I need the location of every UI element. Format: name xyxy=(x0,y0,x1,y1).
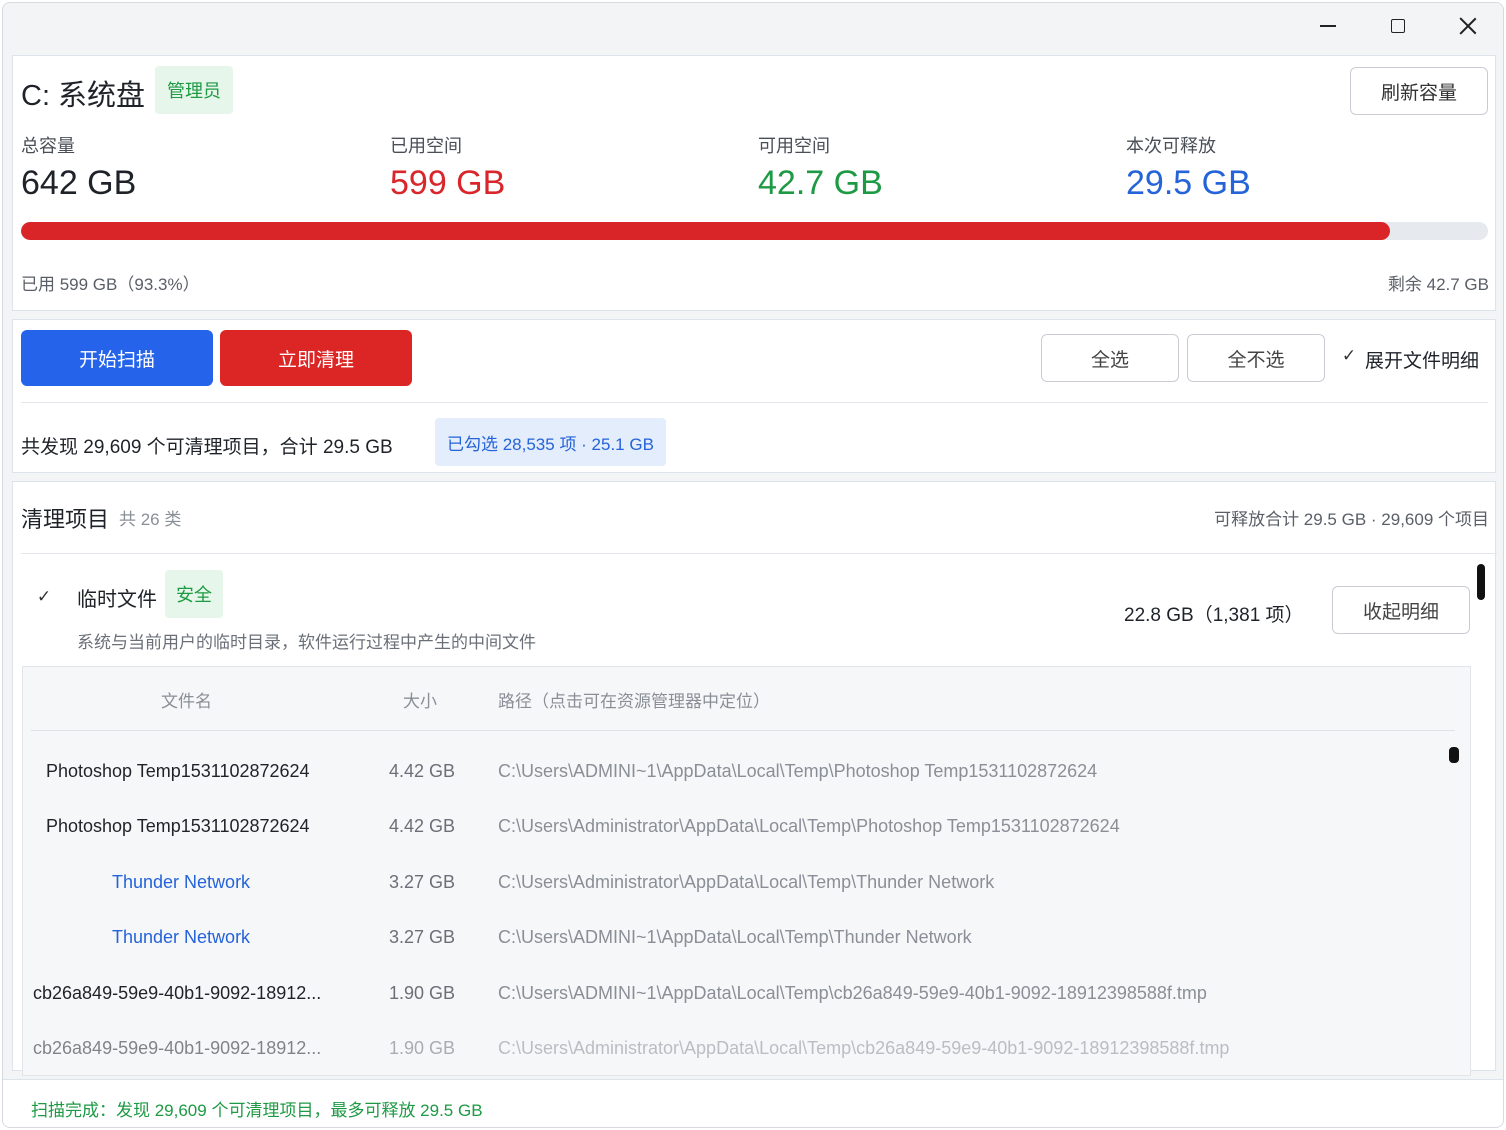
category-description: 系统与当前用户的临时目录，软件运行过程中产生的中间文件 xyxy=(77,633,536,652)
file-path-link[interactable]: C:\Users\Administrator\AppData\Local\Tem… xyxy=(498,872,994,893)
releasable-label: 本次可释放 xyxy=(1126,136,1216,156)
file-details-panel: 文件名 大小 路径（点击可在资源管理器中定位） Photoshop Temp15… xyxy=(22,666,1471,1076)
column-header-size: 大小 xyxy=(403,692,437,711)
actions-card: 开始扫描 立即清理 全选 全不选 ✓ 展开文件明细 共发现 29,609 个可清… xyxy=(12,319,1496,473)
status-bar: 扫描完成：发现 29,609 个可清理项目，最多可释放 29.5 GB xyxy=(3,1079,1503,1127)
category-size: 22.8 GB（1,381 项） xyxy=(1124,605,1304,626)
total-capacity-value: 642 GB xyxy=(21,164,137,202)
file-name: cb26a849-59e9-40b1-9092-18912... xyxy=(33,983,322,1003)
table-row[interactable]: cb26a849-59e9-40b1-9092-18912... 1.90 GB… xyxy=(23,1038,1463,1075)
column-header-path: 路径（点击可在资源管理器中定位） xyxy=(498,692,770,711)
releasable-value: 29.5 GB xyxy=(1126,164,1251,202)
admin-badge: 管理员 xyxy=(155,66,233,114)
total-capacity-label: 总容量 xyxy=(21,136,75,156)
list-title: 清理项目 xyxy=(21,507,110,532)
table-row[interactable]: cb26a849-59e9-40b1-9092-18912... 1.90 GB… xyxy=(23,983,1463,1038)
file-path-link[interactable]: C:\Users\Administrator\AppData\Local\Tem… xyxy=(498,816,1120,837)
disk-usage-fill xyxy=(21,222,1390,240)
collapse-details-button[interactable]: 收起明细 xyxy=(1332,586,1470,634)
file-size: 1.90 GB xyxy=(389,1038,456,1058)
used-space-value: 599 GB xyxy=(390,164,506,202)
clean-now-button[interactable]: 立即清理 xyxy=(220,330,412,386)
file-name: Photoshop Temp1531102872624 xyxy=(46,816,310,836)
disk-title: C: 系统盘 xyxy=(21,80,146,112)
file-name: Thunder Network xyxy=(112,927,251,947)
free-space-label: 可用空间 xyxy=(758,136,830,156)
file-name: cb26a849-59e9-40b1-9092-18912... xyxy=(33,1038,322,1058)
cleanup-list-card: 清理项目 共 26 类 可释放合计 29.5 GB · 29,609 个项目 ✓… xyxy=(12,481,1497,1076)
table-row[interactable]: Thunder Network 3.27 GB C:\Users\Adminis… xyxy=(23,872,1463,927)
file-size: 1.90 GB xyxy=(389,983,456,1003)
file-size: 3.27 GB xyxy=(389,872,456,892)
select-none-button[interactable]: 全不选 xyxy=(1187,334,1325,382)
details-scrollbar-thumb[interactable] xyxy=(1449,747,1459,763)
category-name: 临时文件 xyxy=(77,589,157,611)
refresh-capacity-button[interactable]: 刷新容量 xyxy=(1350,67,1488,115)
start-scan-button[interactable]: 开始扫描 xyxy=(21,330,213,386)
file-path-link[interactable]: C:\Users\Administrator\AppData\Local\Tem… xyxy=(498,1038,1229,1059)
table-row[interactable]: Photoshop Temp1531102872624 4.42 GB C:\U… xyxy=(23,761,1463,816)
close-button[interactable] xyxy=(1433,3,1503,49)
file-path-link[interactable]: C:\Users\ADMINI~1\AppData\Local\Temp\Thu… xyxy=(498,927,972,948)
disk-usage-bar xyxy=(21,222,1488,240)
maximize-button[interactable] xyxy=(1363,3,1433,49)
close-icon xyxy=(1459,17,1477,35)
table-row[interactable]: Thunder Network 3.27 GB C:\Users\ADMINI~… xyxy=(23,927,1463,982)
used-space-label: 已用空间 xyxy=(390,136,462,156)
safe-badge: 安全 xyxy=(165,570,223,618)
used-summary: 已用 599 GB（93.3%） xyxy=(21,275,200,294)
file-size: 3.27 GB xyxy=(389,927,456,947)
app-window: C: 系统盘 管理员 刷新容量 总容量 642 GB 已用空间 599 GB 可… xyxy=(2,2,1504,1128)
actions-divider xyxy=(21,402,1488,403)
status-text: 扫描完成：发现 29,609 个可清理项目，最多可释放 29.5 GB xyxy=(31,1101,483,1120)
free-space-value: 42.7 GB xyxy=(758,164,883,202)
minimize-icon xyxy=(1320,25,1336,27)
select-all-button[interactable]: 全选 xyxy=(1041,334,1179,382)
table-row[interactable]: Photoshop Temp1531102872624 4.42 GB C:\U… xyxy=(23,816,1463,871)
list-divider xyxy=(21,553,1497,554)
category-checkbox[interactable]: ✓ xyxy=(33,586,55,608)
title-bar xyxy=(3,3,1503,51)
remaining-summary: 剩余 42.7 GB xyxy=(1387,275,1489,294)
file-path-link[interactable]: C:\Users\ADMINI~1\AppData\Local\Temp\cb2… xyxy=(498,983,1207,1004)
expand-details-label[interactable]: 展开文件明细 xyxy=(1365,346,1479,373)
expand-details-checkbox[interactable]: ✓ xyxy=(1339,346,1359,366)
file-name: Photoshop Temp1531102872624 xyxy=(46,761,310,781)
category-count: 共 26 类 xyxy=(119,510,182,529)
file-name: Thunder Network xyxy=(112,872,251,892)
list-scrollbar-thumb[interactable] xyxy=(1477,564,1485,600)
found-summary: 共发现 29,609 个可清理项目，合计 29.5 GB xyxy=(21,437,393,458)
disk-info-card: C: 系统盘 管理员 刷新容量 总容量 642 GB 已用空间 599 GB 可… xyxy=(12,55,1496,311)
file-size: 4.42 GB xyxy=(389,816,456,836)
file-path-link[interactable]: C:\Users\ADMINI~1\AppData\Local\Temp\Pho… xyxy=(498,761,1097,782)
file-size: 4.42 GB xyxy=(389,761,456,781)
details-header-divider xyxy=(31,730,1455,731)
selected-summary-badge: 已勾选 28,535 项 · 25.1 GB xyxy=(435,418,666,466)
column-header-name: 文件名 xyxy=(161,692,212,711)
list-total-summary: 可释放合计 29.5 GB · 29,609 个项目 xyxy=(1214,510,1489,529)
maximize-icon xyxy=(1391,19,1405,33)
minimize-button[interactable] xyxy=(1293,3,1363,49)
